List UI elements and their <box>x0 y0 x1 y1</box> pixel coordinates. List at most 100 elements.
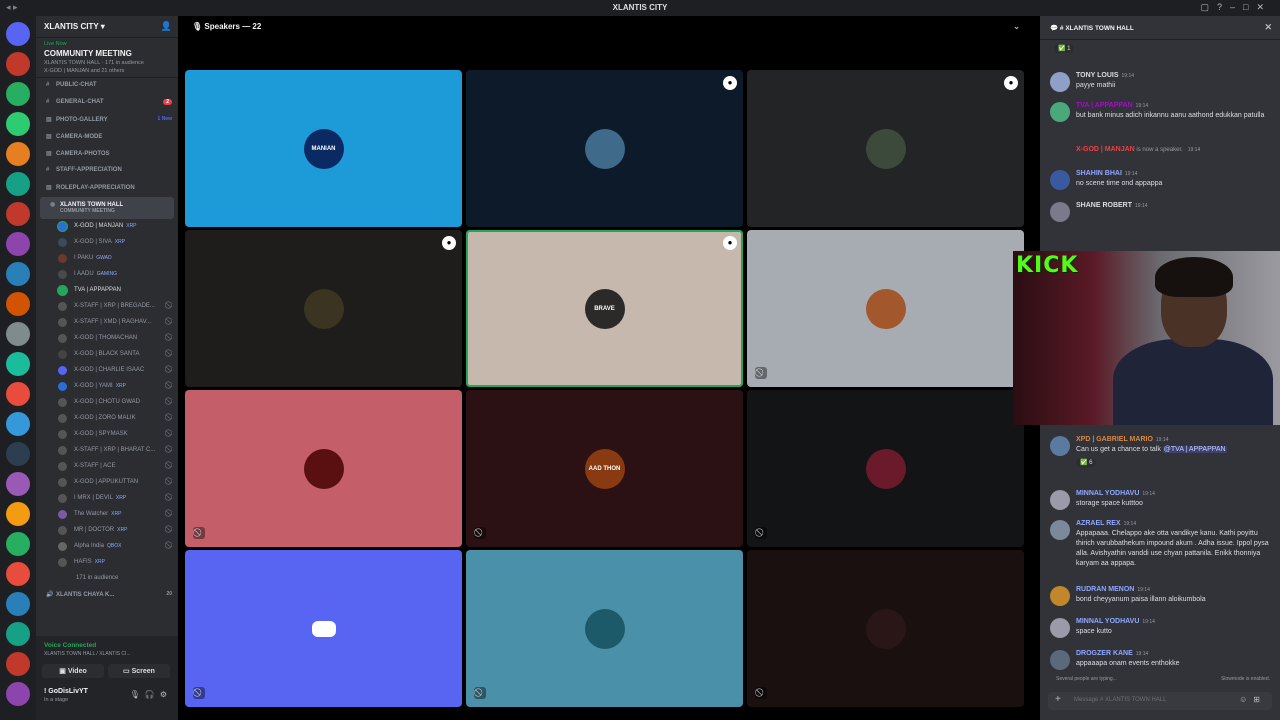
stage-member[interactable]: I PAKU GWAD <box>36 251 178 267</box>
server-header[interactable]: XLANTIS CITY ▾ 👤 <box>36 16 178 38</box>
channel-item[interactable]: # STAFF-APPRECIATION <box>36 163 178 180</box>
server-icon[interactable] <box>6 52 30 76</box>
server-icon[interactable] <box>6 82 30 106</box>
message-author[interactable]: DROGZER KANE 19:14 <box>1076 650 1274 657</box>
message-author[interactable]: MINNAL YODHAVU 19:14 <box>1076 618 1274 625</box>
stage-member[interactable]: TVA | APPAPPAN <box>36 283 178 299</box>
screen-share-button[interactable]: ▭ Screen <box>108 664 170 678</box>
live-event-card[interactable]: Live Now COMMUNITY MEETING XLANTIS TOWN … <box>36 38 178 78</box>
stage-member[interactable]: X-STAFF | XRP | BHARAT C...⃠ <box>36 443 178 459</box>
server-icon[interactable] <box>6 232 30 256</box>
server-icon[interactable] <box>6 532 30 556</box>
server-icon[interactable] <box>6 442 30 466</box>
avatar[interactable] <box>1050 102 1070 122</box>
server-icon[interactable] <box>6 472 30 496</box>
server-icon[interactable] <box>6 292 30 316</box>
avatar[interactable] <box>1050 72 1070 92</box>
user-name[interactable]: ! GoDisLivYT <box>44 688 88 695</box>
avatar[interactable] <box>1050 436 1070 456</box>
server-icon[interactable] <box>6 652 30 676</box>
channel-item[interactable]: # GENERAL-CHAT 2 <box>36 95 178 112</box>
stage-member[interactable]: The WatcherXRP⃠ <box>36 507 178 523</box>
stage-member[interactable]: X-GOD | MANJAN XRP <box>36 219 178 235</box>
message-author[interactable]: TVA | APPAPPAN 19:14 <box>1076 102 1274 109</box>
server-icon[interactable] <box>6 502 30 526</box>
avatar[interactable] <box>1050 170 1070 190</box>
chat-message[interactable]: MINNAL YODHAVU 19:14 storage space kutttoo <box>1046 490 1274 510</box>
speaker-tile[interactable]: BRAVE ● <box>466 230 743 387</box>
stage-member[interactable]: HAFIS XRP <box>36 555 178 571</box>
server-icon[interactable] <box>6 262 30 286</box>
stage-member[interactable]: X-GOD | BLACK SANTA⃠ <box>36 347 178 363</box>
message-author[interactable]: MINNAL YODHAVU 19:14 <box>1076 490 1274 497</box>
server-icon[interactable] <box>6 592 30 616</box>
avatar[interactable] <box>1050 202 1070 222</box>
server-icon[interactable] <box>6 142 30 166</box>
server-icon[interactable] <box>6 172 30 196</box>
chat-message[interactable]: RUDRAN MENON 19:14 bond cheyyanum paisa il… <box>1046 586 1274 606</box>
video-button[interactable]: ▣ Video <box>42 664 104 678</box>
server-icon[interactable] <box>6 412 30 436</box>
message-author[interactable]: SHAHIN BHAI 19:14 <box>1076 170 1274 177</box>
speaker-tile[interactable]: ● <box>466 70 743 227</box>
speaker-tile[interactable]: ⃠ <box>466 550 743 707</box>
message-author[interactable]: TONY LOUIS 19:14 <box>1076 72 1274 79</box>
speaker-tile[interactable]: ● <box>185 230 462 387</box>
user-mention[interactable]: @TVA | APPAPPAN <box>1162 446 1227 453</box>
stage-member[interactable]: I AADU GAMING <box>36 267 178 283</box>
server-icon[interactable] <box>6 382 30 406</box>
avatar[interactable] <box>1050 650 1070 670</box>
reaction-check[interactable]: ✅ 1 <box>1054 44 1075 53</box>
stage-member[interactable]: X-GOD | YAMIXRP⃠ <box>36 379 178 395</box>
message-author[interactable]: RUDRAN MENON 19:14 <box>1076 586 1274 593</box>
stage-member[interactable]: X-GOD | SIVA XRP <box>36 235 178 251</box>
avatar[interactable] <box>1050 586 1070 606</box>
avatar[interactable] <box>1050 618 1070 638</box>
stage-member[interactable]: X-GOD | CHARLIE ISAAC⃠ <box>36 363 178 379</box>
chat-message[interactable]: SHAHIN BHAI 19:14 no scene time ond appapp… <box>1046 170 1274 190</box>
message-author[interactable]: SHANE ROBERT 19:14 <box>1076 202 1274 209</box>
chat-message[interactable]: TVA | APPAPPAN 19:14 but bank minus adich … <box>1046 102 1274 122</box>
invite-icon[interactable]: 👤 <box>161 21 172 32</box>
stage-member[interactable]: I MRX | DEVILXRP⃠ <box>36 491 178 507</box>
speaker-tile[interactable]: ● <box>747 70 1024 227</box>
speaker-tile[interactable]: ⃠ <box>185 390 462 547</box>
server-icon[interactable] <box>6 562 30 586</box>
stage-member[interactable]: X-STAFF | ACE⃠ <box>36 459 178 475</box>
stage-member[interactable]: X-GOD | SPYMASK⃠ <box>36 427 178 443</box>
channel-item[interactable]: ▤ CAMERA-MODE <box>36 129 178 146</box>
server-icon[interactable] <box>6 202 30 226</box>
channel-item[interactable]: ◉ XLANTIS TOWN HALL COMMUNITY MEETING <box>40 197 174 219</box>
stage-member[interactable]: X-GOD | APPUKUTTAN⃠ <box>36 475 178 491</box>
message-input[interactable]: + Message # XLANTIS TOWN HALL ☺⊞ <box>1048 692 1272 710</box>
stage-member[interactable]: X-GOD | CHOTU GWAD⃠ <box>36 395 178 411</box>
stage-member[interactable]: MR | DOCTORXRP⃠ <box>36 523 178 539</box>
emoji-icons[interactable]: ☺⊞ <box>1239 695 1266 704</box>
stage-member[interactable]: X-STAFF | XRP | BREGADE...⃠ <box>36 299 178 315</box>
speaker-tile[interactable]: ⃠ <box>747 550 1024 707</box>
reaction-check[interactable]: ✅ 6 <box>1076 458 1097 467</box>
stage-member[interactable]: X-GOD | ZORO MALIK⃠ <box>36 411 178 427</box>
speaker-tile[interactable]: ⃠ <box>747 390 1024 547</box>
speaker-tile[interactable]: MANIAN <box>185 70 462 227</box>
avatar[interactable] <box>1050 490 1070 510</box>
server-icon[interactable] <box>6 622 30 646</box>
channel-item[interactable]: # PUBLIC-CHAT <box>36 78 178 95</box>
chat-message[interactable]: XPD | GABRIEL MARIO 19:14 Can us get a cha… <box>1046 436 1274 467</box>
server-icon[interactable] <box>6 352 30 376</box>
avatar[interactable] <box>1050 520 1070 540</box>
server-icon[interactable] <box>6 112 30 136</box>
speaker-tile[interactable]: ⃠ <box>185 550 462 707</box>
chat-message[interactable]: TONY LOUIS 19:14 payye mathii <box>1046 72 1274 92</box>
plus-icon[interactable]: + <box>1055 694 1061 705</box>
voice-location[interactable]: XLANTIS TOWN HALL / XLANTIS CI... <box>44 651 131 657</box>
stage-member[interactable]: X-STAFF | XMD | RAGHAV...⃠ <box>36 315 178 331</box>
channel-item[interactable]: ▤ PHOTO-GALLERY 1 New <box>36 112 178 129</box>
server-icon[interactable] <box>6 322 30 346</box>
message-author[interactable]: AZRAEL REX 19:14 <box>1076 520 1274 527</box>
server-icon[interactable] <box>6 682 30 706</box>
chat-message[interactable]: MINNAL YODHAVU 19:14 space kutto <box>1046 618 1274 638</box>
user-controls[interactable]: 🎙🎧⚙ <box>130 690 172 699</box>
chat-message[interactable]: DROGZER KANE 19:14 appaaapa onam events en… <box>1046 650 1274 670</box>
channel-item[interactable]: ▤ CAMERA-PHOTOS <box>36 146 178 163</box>
